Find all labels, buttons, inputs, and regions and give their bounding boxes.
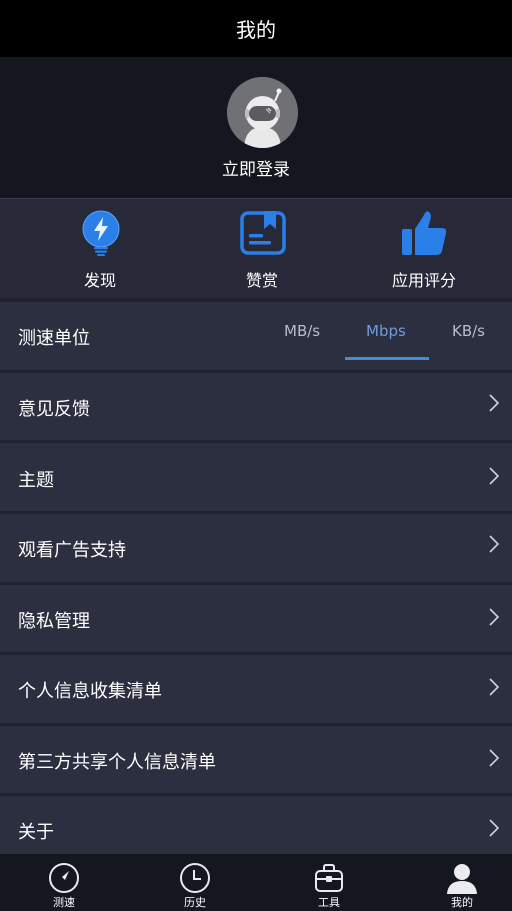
nav-label: 测速 bbox=[53, 896, 75, 909]
unit-option-mbps[interactable]: Mbps bbox=[366, 322, 406, 340]
chevron-right-icon bbox=[488, 466, 500, 486]
shortcut-label: 应用评分 bbox=[391, 271, 456, 290]
profile-section: 立即登录 bbox=[0, 57, 512, 198]
menu-item-label: 意见反馈 bbox=[18, 399, 90, 420]
nav-tab-tools[interactable]: 工具 bbox=[265, 854, 393, 911]
menu-item-label: 主题 bbox=[18, 470, 54, 491]
shortcut-label: 发现 bbox=[83, 271, 116, 290]
chevron-right-icon bbox=[488, 818, 500, 838]
thumbs-up-icon bbox=[402, 209, 448, 257]
chevron-right-icon bbox=[488, 748, 500, 768]
clock-icon bbox=[179, 862, 211, 894]
menu-item-label: 隐私管理 bbox=[18, 611, 90, 632]
menu-item-privacy[interactable]: 隐私管理 bbox=[0, 585, 512, 652]
menu-item-label: 个人信息收集清单 bbox=[18, 681, 162, 702]
bottom-nav: 测速 历史 工具 我的 bbox=[0, 854, 512, 911]
nav-tab-mine[interactable]: 我的 bbox=[398, 854, 512, 911]
nav-tab-history[interactable]: 历史 bbox=[131, 854, 259, 911]
selected-unit-indicator bbox=[345, 357, 429, 360]
nav-label: 历史 bbox=[184, 896, 206, 909]
astronaut-avatar-icon[interactable] bbox=[227, 77, 298, 148]
chevron-right-icon bbox=[488, 534, 500, 554]
shortcut-discover[interactable]: 发现 bbox=[40, 199, 160, 299]
menu-item-about[interactable]: 关于 bbox=[0, 796, 512, 854]
shortcut-label: 赞赏 bbox=[245, 271, 278, 290]
user-icon bbox=[446, 862, 478, 894]
shortcut-bar: 发现 赞赏 应用评分 bbox=[0, 198, 512, 298]
chevron-right-icon bbox=[488, 393, 500, 413]
menu-item-theme[interactable]: 主题 bbox=[0, 443, 512, 511]
menu-item-watch-ads[interactable]: 观看广告支持 bbox=[0, 514, 512, 582]
login-button[interactable]: 立即登录 bbox=[0, 155, 512, 180]
unit-option-kbs[interactable]: KB/s bbox=[452, 322, 485, 340]
nav-tab-speedtest[interactable]: 测速 bbox=[0, 854, 128, 911]
menu-item-label: 关于 bbox=[18, 822, 54, 843]
unit-option-mbs[interactable]: MB/s bbox=[284, 322, 320, 340]
menu-item-third-party-sharing[interactable]: 第三方共享个人信息清单 bbox=[0, 726, 512, 793]
shortcut-rate-app[interactable]: 应用评分 bbox=[364, 199, 484, 299]
menu-item-info-collection[interactable]: 个人信息收集清单 bbox=[0, 655, 512, 723]
speed-unit-label: 测速单位 bbox=[18, 328, 90, 349]
nav-label: 工具 bbox=[318, 896, 340, 909]
reward-book-icon bbox=[240, 209, 286, 257]
shortcut-reward[interactable]: 赞赏 bbox=[202, 199, 322, 299]
speed-unit-row: 测速单位 MB/s Mbps KB/s bbox=[0, 302, 512, 370]
toolbox-icon bbox=[313, 862, 345, 894]
profile-page: 我的 立即登录 发现 赞赏 应用评分 测速单位 MB/s Mbps KB/s 意… bbox=[0, 0, 512, 911]
menu-item-label: 观看广告支持 bbox=[18, 540, 126, 561]
chevron-right-icon bbox=[488, 677, 500, 697]
nav-label: 我的 bbox=[451, 896, 473, 909]
chevron-right-icon bbox=[488, 607, 500, 627]
top-bar: 我的 bbox=[0, 0, 512, 57]
speedometer-icon bbox=[48, 862, 80, 894]
lightbulb-icon bbox=[78, 209, 124, 257]
menu-item-feedback[interactable]: 意见反馈 bbox=[0, 373, 512, 440]
menu-item-label: 第三方共享个人信息清单 bbox=[18, 752, 216, 773]
page-title: 我的 bbox=[236, 18, 276, 42]
